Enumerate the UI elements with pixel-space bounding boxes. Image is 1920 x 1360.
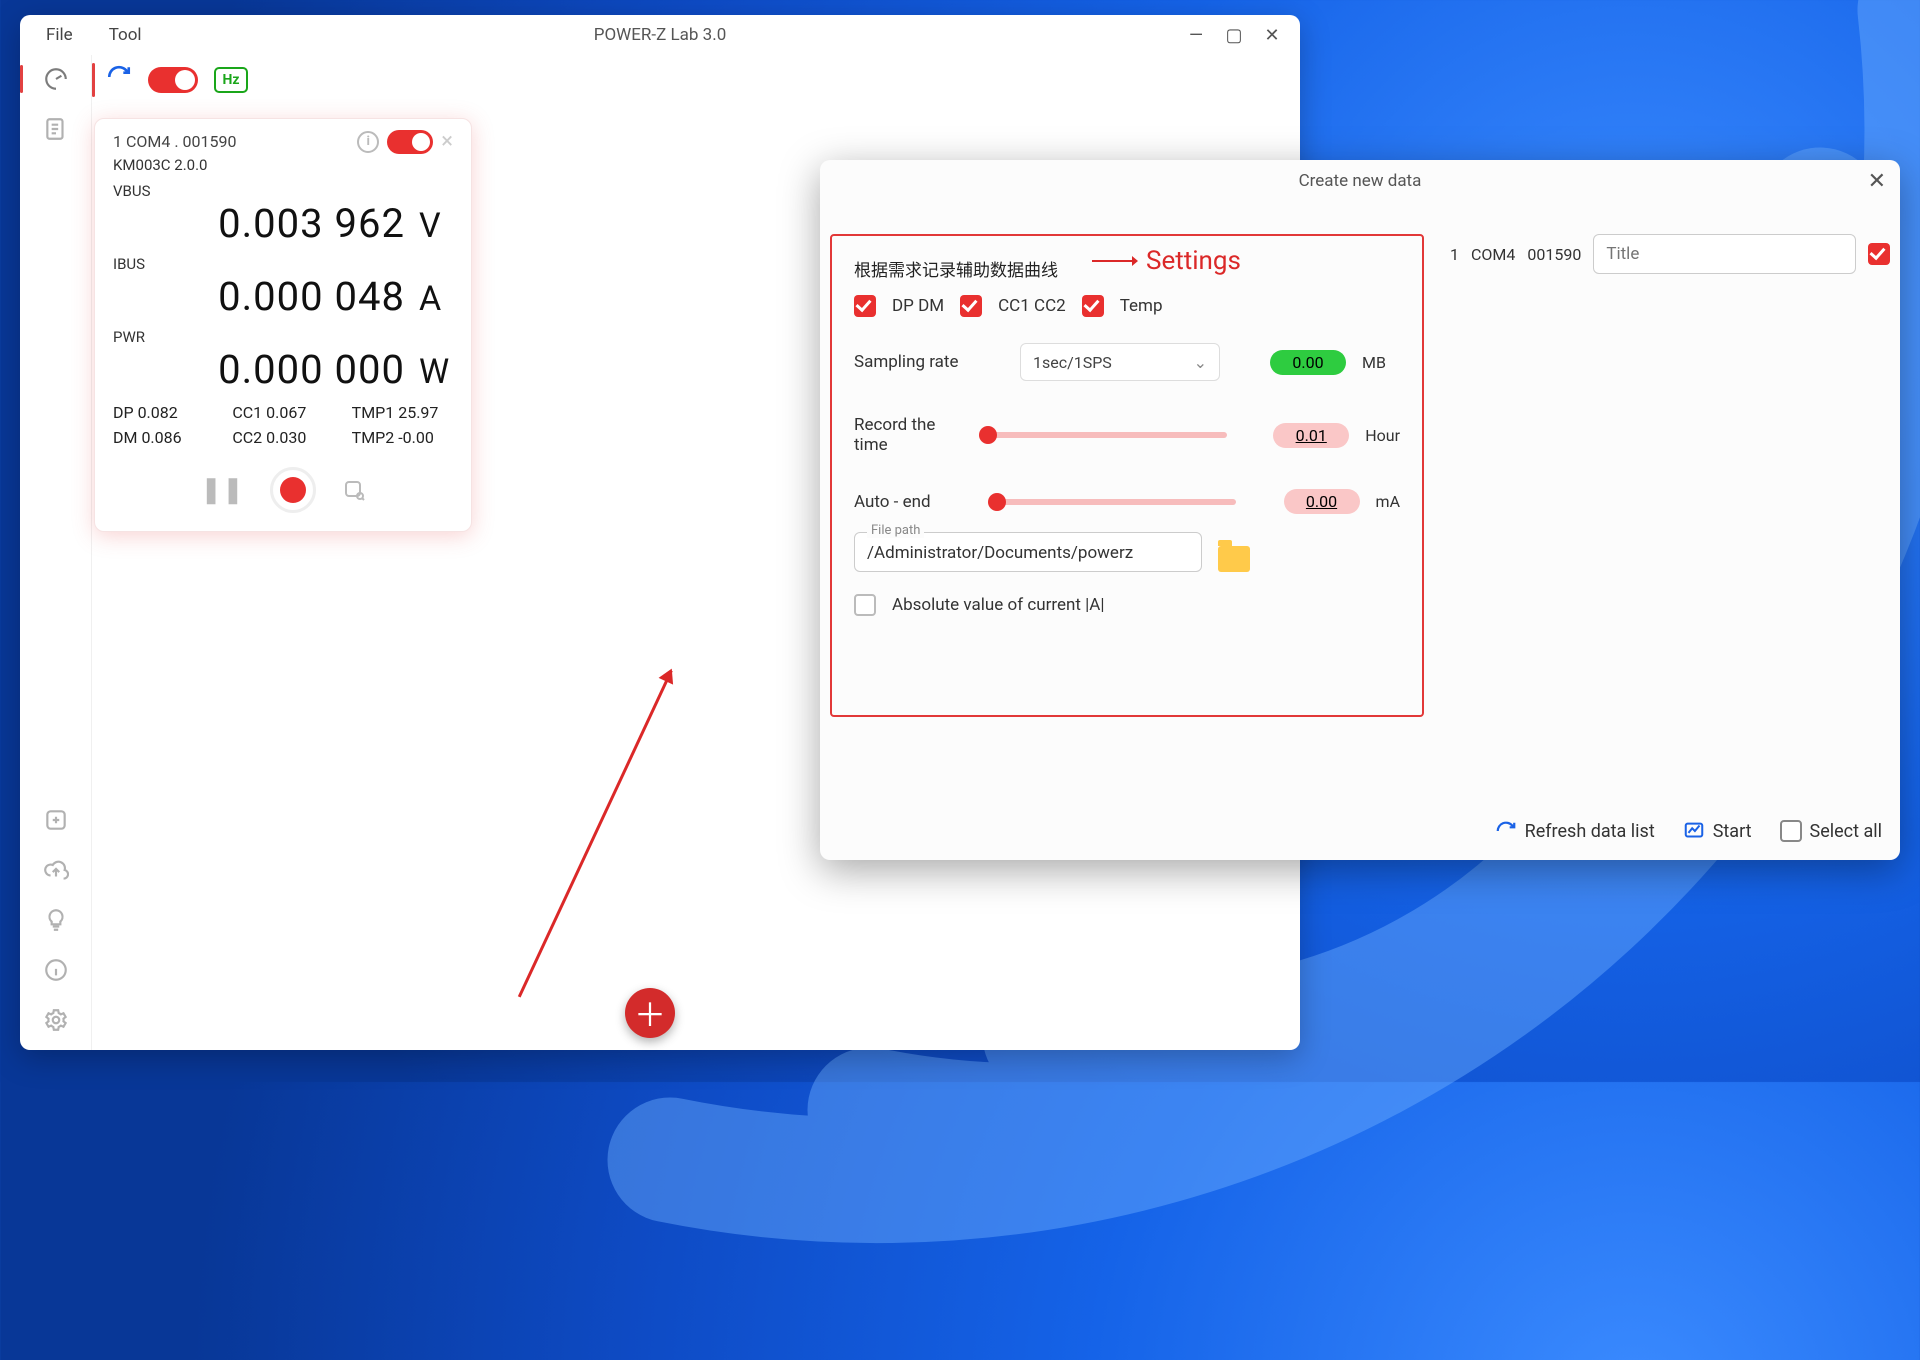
nav-info-icon[interactable]: [40, 954, 72, 986]
auto-end-slider[interactable]: [988, 499, 1236, 505]
chevron-down-icon: ⌄: [1194, 353, 1207, 372]
sampling-rate-value: 1sec/1SPS: [1033, 353, 1112, 372]
titlebar: File Tool POWER-Z Lab 3.0 — ▢ ✕: [20, 15, 1300, 55]
device-card: 1 COM4 . 001590 i × KM003C 2.0.0 VBUS 0.…: [94, 118, 472, 532]
device-toggle[interactable]: [387, 130, 433, 154]
auto-end-label: Auto - end: [854, 492, 972, 512]
select-all-label: Select all: [1810, 821, 1882, 842]
ibus-label: IBUS: [113, 255, 453, 273]
nav-dashboard-icon[interactable]: [40, 63, 72, 95]
sampling-rate-select[interactable]: 1sec/1SPS ⌄: [1020, 343, 1220, 381]
app-title: POWER-Z Lab 3.0: [20, 25, 1300, 45]
device-port: COM4: [1471, 245, 1515, 264]
ibus-value: 0.000 048: [113, 273, 405, 320]
checkbox-dp-dm[interactable]: [854, 295, 876, 317]
nav-records-icon[interactable]: [40, 113, 72, 145]
tmp1-value: TMP1 25.97: [352, 403, 453, 422]
vbus-unit: V: [419, 206, 453, 246]
label-dp-dm: DP DM: [892, 296, 944, 316]
window-minimize-button[interactable]: —: [1184, 25, 1208, 46]
pwr-value: 0.000 000: [113, 346, 405, 393]
device-header: 1 COM4 . 001590: [113, 132, 236, 151]
settings-panel: Settings 根据需求记录辅助数据曲线 DP DM CC1 CC2 Temp…: [830, 234, 1424, 717]
device-serial: 001590: [1527, 245, 1581, 264]
nav-settings-icon[interactable]: [40, 1004, 72, 1036]
annotation-settings-label: Settings: [1092, 246, 1241, 276]
refresh-data-list-button[interactable]: Refresh data list: [1495, 820, 1655, 842]
file-path-legend: File path: [867, 523, 924, 538]
window-maximize-button[interactable]: ▢: [1222, 25, 1246, 46]
pause-icon[interactable]: ❚❚: [200, 475, 244, 505]
cc2-value: CC2 0.030: [232, 428, 333, 447]
dialog-close-icon[interactable]: ✕: [1868, 169, 1886, 194]
window-close-button[interactable]: ✕: [1260, 25, 1284, 46]
nav-upload-icon[interactable]: [40, 854, 72, 886]
device-info-icon[interactable]: i: [357, 131, 379, 153]
record-time-label: Record the time: [854, 415, 963, 455]
checkbox-absolute-current[interactable]: [854, 594, 876, 616]
file-path-input[interactable]: [867, 543, 1189, 563]
checkbox-cc1-cc2[interactable]: [960, 295, 982, 317]
scan-icon[interactable]: [342, 478, 366, 502]
record-time-unit: Hour: [1365, 426, 1400, 445]
browse-folder-icon[interactable]: [1218, 546, 1250, 572]
dp-value: DP 0.082: [113, 403, 214, 422]
nav-tips-icon[interactable]: [40, 904, 72, 936]
label-cc1-cc2: CC1 CC2: [998, 296, 1066, 316]
menu-file[interactable]: File: [28, 25, 91, 45]
chart-icon: [1683, 820, 1705, 842]
device-index: 1: [1450, 245, 1459, 264]
create-new-data-dialog: Create new data ✕ Settings 根据需求记录辅助数据曲线 …: [820, 160, 1900, 860]
main-toolbar: Hz: [92, 55, 1300, 105]
file-path-field[interactable]: File path: [854, 532, 1202, 572]
record-time-slider[interactable]: [979, 432, 1227, 438]
size-unit: MB: [1362, 353, 1386, 372]
menu-tool[interactable]: Tool: [91, 25, 160, 45]
auto-end-value[interactable]: 0.00: [1284, 489, 1360, 514]
ibus-unit: A: [419, 279, 453, 319]
start-label: Start: [1713, 821, 1752, 842]
label-temp: Temp: [1120, 296, 1163, 316]
absolute-current-label: Absolute value of current |A|: [892, 595, 1105, 615]
add-fab-button[interactable]: ＋: [625, 988, 675, 1038]
hz-button[interactable]: Hz: [214, 67, 248, 93]
device-select-checkbox[interactable]: [1868, 243, 1890, 265]
refresh-label: Refresh data list: [1525, 821, 1655, 842]
tmp2-value: TMP2 -0.00: [352, 428, 453, 447]
select-all-button[interactable]: Select all: [1780, 820, 1882, 842]
vbus-value: 0.003 962: [113, 200, 405, 247]
sampling-rate-label: Sampling rate: [854, 352, 1004, 372]
auto-end-unit: mA: [1376, 492, 1400, 511]
data-title-input[interactable]: [1593, 234, 1856, 274]
record-button[interactable]: [270, 467, 316, 513]
dm-value: DM 0.086: [113, 428, 214, 447]
device-model: KM003C 2.0.0: [113, 156, 453, 174]
pwr-label: PWR: [113, 328, 453, 346]
select-all-checkbox[interactable]: [1780, 820, 1802, 842]
pwr-unit: W: [419, 352, 453, 392]
start-button[interactable]: Start: [1683, 820, 1752, 842]
refresh-icon[interactable]: [106, 64, 132, 96]
device-close-icon[interactable]: ×: [441, 129, 453, 154]
master-toggle[interactable]: [148, 67, 198, 93]
dialog-title: Create new data: [820, 171, 1900, 191]
checkbox-temp[interactable]: [1082, 295, 1104, 317]
left-nav-rail: [20, 55, 92, 1050]
vbus-label: VBUS: [113, 182, 453, 200]
estimated-size-pill: 0.00: [1270, 350, 1346, 375]
cc1-value: CC1 0.067: [232, 403, 333, 422]
nav-add-device-icon[interactable]: [40, 804, 72, 836]
record-time-value[interactable]: 0.01: [1273, 423, 1349, 448]
refresh-icon: [1495, 820, 1517, 842]
